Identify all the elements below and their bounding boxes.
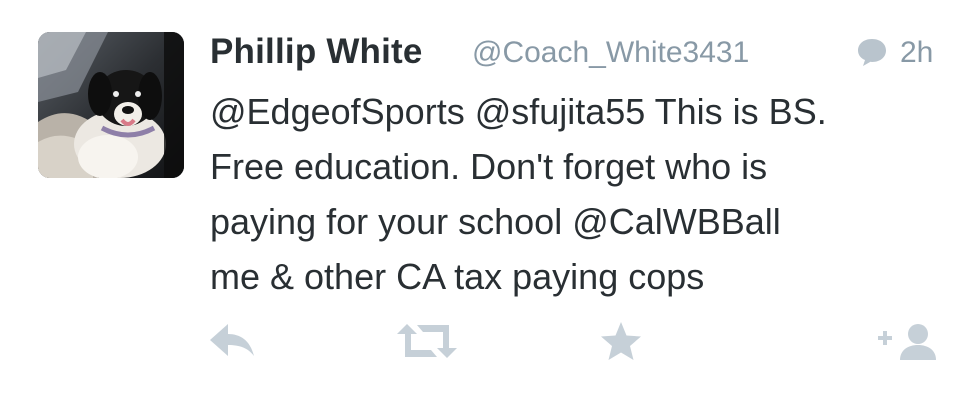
tweet-text-line: paying for your school @CalWBBall [210,201,781,242]
star-icon [601,322,641,360]
follow-button[interactable] [876,316,940,366]
tweet-text-line: Free education. Don't forget who is [210,146,768,187]
add-user-icon [878,324,936,360]
tweet-card: Phillip White @Coach_White3431 2h @Edgeo… [0,0,980,404]
tweet-text-line: @EdgeofSports @sfujita55 This is BS. [210,91,827,132]
chat-bubble-icon [855,36,889,68]
retweet-button[interactable] [393,316,461,366]
retweet-icon [397,324,457,358]
tweet-text-line: me & other CA tax paying cops [210,256,705,297]
tweet-text: @EdgeofSports @sfujita55 This is BS. Fre… [210,84,950,304]
author-handle[interactable]: @Coach_White3431 [472,36,749,70]
tweet-actions [0,316,980,376]
reply-arrow-icon [210,324,254,356]
tweet-header: Phillip White @Coach_White3431 2h [210,26,940,86]
tweet-timestamp[interactable]: 2h [900,36,933,70]
profile-photo-dog-icon [38,32,184,178]
author-avatar[interactable] [38,32,184,178]
favorite-button[interactable] [597,316,645,366]
author-name[interactable]: Phillip White [210,32,423,72]
reply-button[interactable] [204,316,260,366]
